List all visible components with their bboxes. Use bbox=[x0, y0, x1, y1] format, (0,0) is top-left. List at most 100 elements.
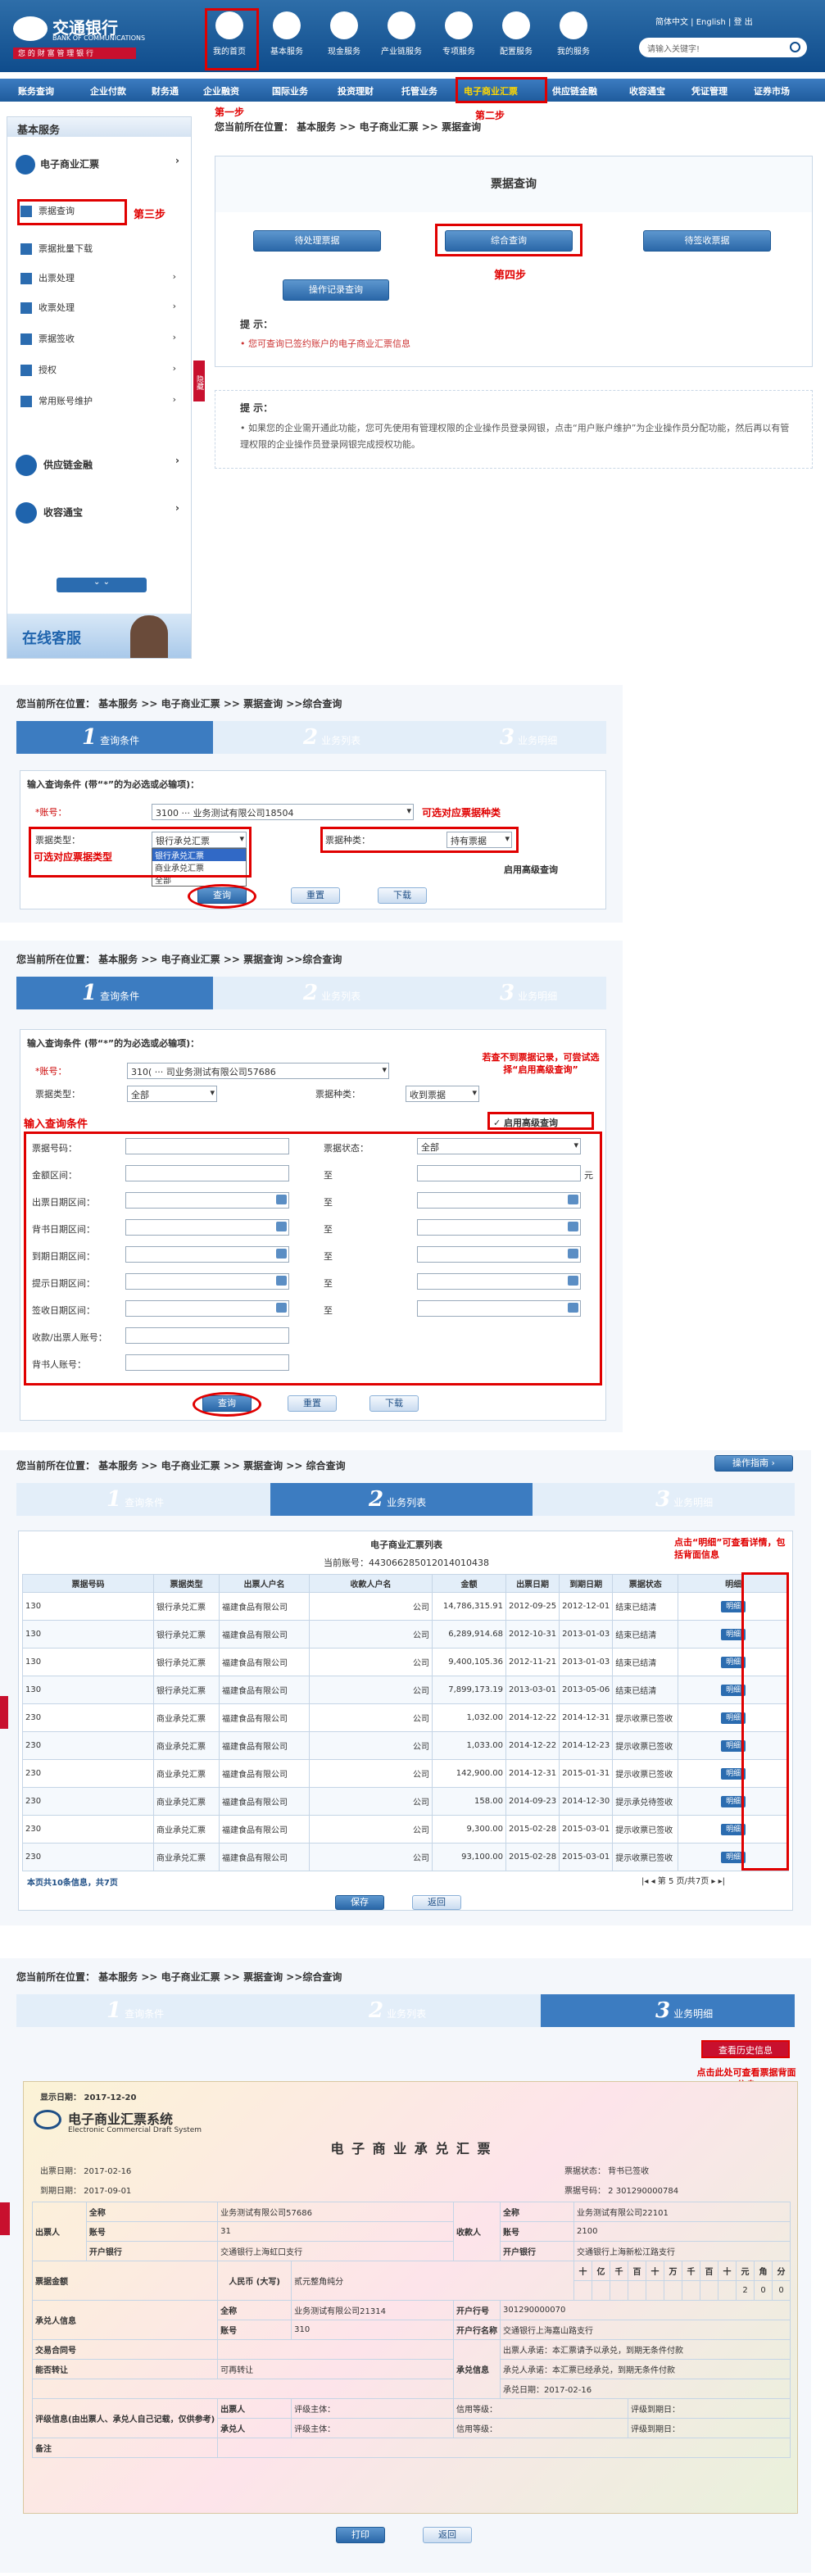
search-icon[interactable] bbox=[790, 42, 800, 52]
adv-field-input[interactable] bbox=[125, 1219, 289, 1236]
logout-link[interactable]: 登 出 bbox=[734, 18, 753, 27]
icon-config[interactable]: 配置服务 bbox=[492, 11, 541, 57]
nav-finance[interactable]: 财务通 bbox=[152, 84, 179, 98]
table-cell: 2012-11-21 bbox=[505, 1648, 560, 1676]
amount-digit bbox=[610, 2280, 628, 2301]
calendar-icon[interactable] bbox=[276, 1276, 287, 1286]
menu-receipt[interactable]: 收容通宝 › bbox=[16, 502, 179, 524]
menu-receive[interactable]: 收票处理 › bbox=[20, 301, 176, 317]
account-select[interactable]: 310( ··· 司业务测试有限公司57686 bbox=[127, 1063, 389, 1079]
adv-field-input[interactable] bbox=[125, 1327, 289, 1344]
nav-payment[interactable]: 企业付款 bbox=[90, 84, 126, 98]
back-button[interactable]: 返回 bbox=[423, 2527, 472, 2543]
download-button[interactable]: 下载 bbox=[369, 1395, 419, 1412]
nav-intl[interactable]: 国际业务 bbox=[272, 84, 308, 98]
adv-field-label: 到期日期区间： bbox=[32, 1251, 95, 1262]
download-button[interactable]: 下载 bbox=[378, 887, 427, 904]
menu-issue[interactable]: 出票处理 › bbox=[20, 271, 176, 288]
due-date: 到期日期： 2017-09-01 bbox=[40, 2187, 132, 2196]
adv-field-input-end[interactable] bbox=[417, 1273, 581, 1290]
nav-receipt[interactable]: 收容通宝 bbox=[629, 84, 665, 98]
menu-supply[interactable]: 供应链金融 › bbox=[16, 455, 179, 476]
advanced-query-label[interactable]: 启用高级查询 bbox=[504, 863, 558, 876]
icon-cash[interactable]: 现金服务 bbox=[320, 11, 369, 57]
calendar-icon[interactable] bbox=[568, 1222, 578, 1231]
adv-field-input[interactable] bbox=[125, 1300, 289, 1317]
bill-cell: 31 bbox=[217, 2221, 454, 2242]
nav-supply[interactable]: 供应链金融 bbox=[552, 84, 597, 98]
menu-batch-download[interactable]: 票据批量下载 bbox=[20, 242, 176, 258]
pending-sign-button[interactable]: 待签收票据 bbox=[643, 230, 771, 252]
save-button[interactable]: 保存 bbox=[335, 1895, 384, 1910]
lang-cn-link[interactable]: 简体中文 bbox=[655, 18, 688, 27]
calendar-icon[interactable] bbox=[568, 1276, 578, 1286]
pending-bills-button[interactable]: 待处理票据 bbox=[253, 230, 381, 252]
pager-controls[interactable]: |◂ ◂ 第 5 页/共7页 ▸ ▸| bbox=[641, 1874, 725, 1886]
menu-auth[interactable]: 授权 › bbox=[20, 363, 176, 379]
nav-invest[interactable]: 投资理财 bbox=[338, 84, 374, 98]
adv-field-input-end[interactable] bbox=[417, 1192, 581, 1209]
table-row: 130 银行承兑汇票 福建食品有限公司 公司 7,899,173.19 2013-03-0… bbox=[22, 1676, 789, 1704]
adv-field-input-end[interactable] bbox=[417, 1219, 581, 1236]
calendar-icon[interactable] bbox=[568, 1303, 578, 1313]
nav-custody[interactable]: 托管业务 bbox=[401, 84, 437, 98]
menu-sign[interactable]: 票据签收 › bbox=[20, 332, 176, 348]
adv-field-input[interactable] bbox=[125, 1165, 289, 1181]
bill-cell: 信用等级： bbox=[453, 2418, 628, 2438]
icon-chain[interactable]: 产业链服务 bbox=[377, 11, 426, 57]
scroll-down-button[interactable]: ⌄ ⌄ bbox=[57, 578, 147, 592]
reset-button[interactable]: 重置 bbox=[288, 1395, 337, 1412]
icon-special[interactable]: 专项服务 bbox=[434, 11, 483, 57]
calendar-icon[interactable] bbox=[276, 1195, 287, 1204]
history-button[interactable]: 查看历史信息 bbox=[701, 2040, 790, 2058]
print-button[interactable]: 打印 bbox=[336, 2527, 385, 2543]
table-cell: 2014-09-23 bbox=[505, 1787, 560, 1816]
adv-field-input[interactable] bbox=[125, 1138, 289, 1154]
guide-button[interactable]: 操作指南 › bbox=[714, 1455, 793, 1472]
table-cell: 商业承兑汇票 bbox=[153, 1703, 220, 1732]
adv-field-input[interactable] bbox=[125, 1273, 289, 1290]
adv-field-input[interactable] bbox=[125, 1354, 289, 1371]
icon-mine[interactable]: 我的服务 bbox=[549, 11, 598, 57]
lang-en-link[interactable]: English bbox=[696, 18, 726, 27]
adv-field-input-end[interactable] bbox=[417, 1165, 581, 1181]
amount-digit bbox=[592, 2280, 610, 2301]
status-select[interactable]: 全部 bbox=[417, 1138, 581, 1154]
icon-basic[interactable]: 基本服务 bbox=[262, 11, 311, 57]
ecds-cn: 电子商业汇票系统 bbox=[68, 2111, 174, 2127]
nav-voucher[interactable]: 凭证管理 bbox=[691, 84, 728, 98]
reset-button[interactable]: 重置 bbox=[291, 887, 340, 904]
calendar-icon[interactable] bbox=[568, 1195, 578, 1204]
step-bar: 1 查询条件 2 业务列表 3 业务明细 bbox=[16, 977, 606, 1009]
menu-account-maint[interactable]: 常用账号维护 › bbox=[20, 394, 176, 410]
bank-logo[interactable]: 交通银行 BANK OF COMMUNICATIONS 您 的 财 富 管 理 … bbox=[13, 11, 193, 61]
back-button[interactable]: 返回 bbox=[412, 1895, 461, 1910]
bill-type-select[interactable]: 全部 bbox=[127, 1086, 217, 1102]
nav-securities[interactable]: 证券市场 bbox=[754, 84, 790, 98]
calendar-icon[interactable] bbox=[276, 1249, 287, 1259]
bill-row: 票据金额 人民币 (大写) 贰元整角纯分十亿千百十万千百十元角分 bbox=[31, 2261, 791, 2301]
account-select[interactable]: 3100 ··· 业务测试有限公司18504 bbox=[152, 804, 414, 820]
online-service-banner[interactable]: 在线客服 bbox=[7, 614, 191, 658]
search-input[interactable]: 请输入关键字! bbox=[647, 42, 700, 54]
adv-field-input[interactable] bbox=[125, 1192, 289, 1209]
collapse-tab[interactable]: 隐藏 bbox=[193, 361, 205, 401]
table-cell: 230 bbox=[22, 1787, 154, 1816]
calendar-icon[interactable] bbox=[276, 1222, 287, 1231]
bill-kind-select[interactable]: 收到票据 bbox=[406, 1086, 479, 1102]
nav-accounts[interactable]: 账务查询 bbox=[18, 84, 54, 98]
collapse-tab[interactable] bbox=[0, 2202, 10, 2235]
table-cell: 提示收票已签收 bbox=[612, 1731, 679, 1760]
operation-log-button[interactable]: 操作记录查询 bbox=[283, 279, 389, 301]
advanced-checkbox-row[interactable]: ✓ 启用高级查询 bbox=[487, 1112, 594, 1130]
adv-field-input[interactable] bbox=[125, 1246, 289, 1263]
adv-field-input-end[interactable] bbox=[417, 1246, 581, 1263]
nav-financing[interactable]: 企业融资 bbox=[203, 84, 239, 98]
calendar-icon[interactable] bbox=[568, 1249, 578, 1259]
adv-field-input-end[interactable] bbox=[417, 1300, 581, 1317]
calendar-icon[interactable] bbox=[276, 1303, 287, 1313]
collapse-tab[interactable] bbox=[0, 1696, 8, 1729]
status-label: 票据状态： bbox=[324, 1143, 369, 1154]
query-form: 输入查询条件 (带“*”的为必选或必输项)： *账号： 310( ··· 司业务… bbox=[20, 1029, 606, 1421]
menu-ebill[interactable]: 电子商业汇票 › bbox=[16, 155, 179, 175]
